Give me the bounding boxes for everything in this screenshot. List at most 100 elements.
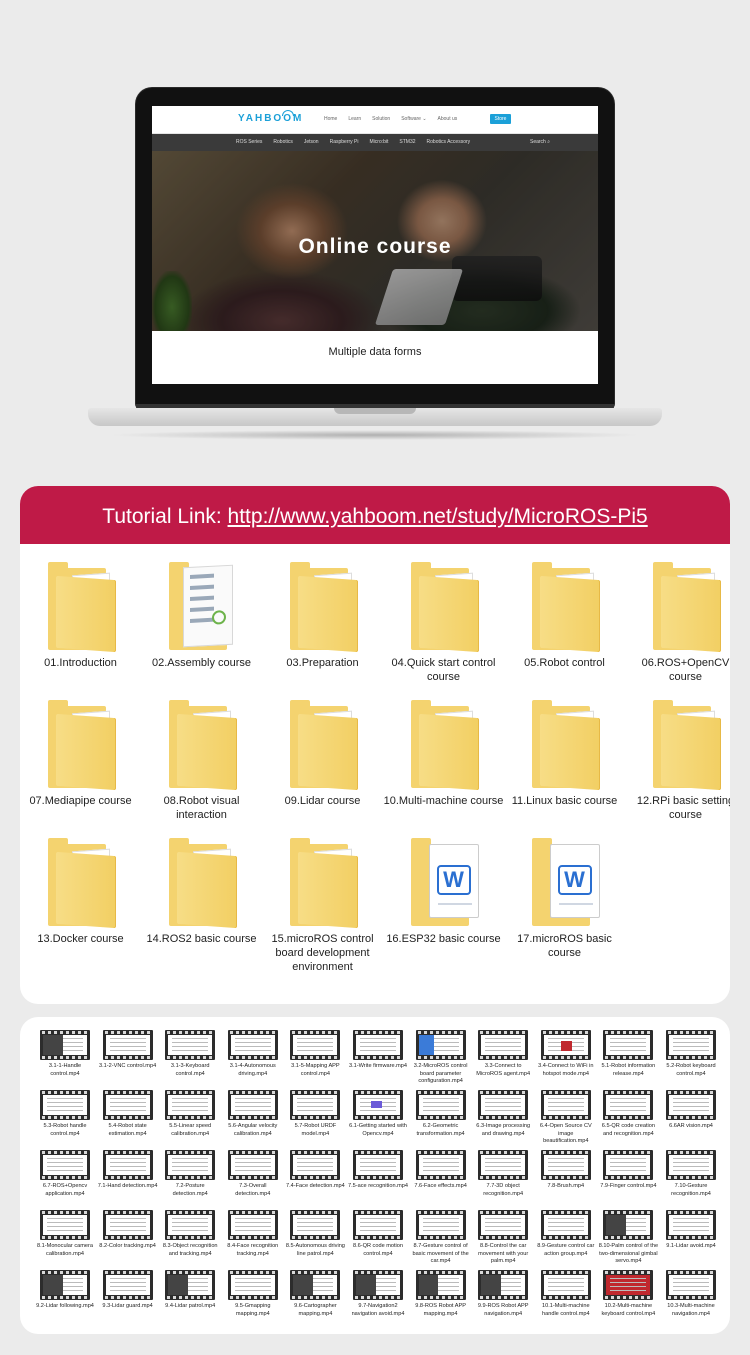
video-label: 6.7-ROS+Opencv application.mp4 — [42, 1183, 88, 1197]
nav-about[interactable]: About us — [438, 116, 458, 122]
folder-item[interactable]: 11.Linux basic course — [504, 698, 625, 808]
folder-item[interactable]: 04.Quick start control course — [383, 560, 504, 684]
cat-accessory[interactable]: Robotics Accessory — [427, 139, 471, 145]
folder-item[interactable]: 09.Lidar course — [262, 698, 383, 808]
video-item[interactable]: 3.4-Connect to WiFi in hotspot mode.mp4 — [535, 1030, 597, 1078]
folder-item[interactable]: 03.Preparation — [262, 560, 383, 670]
video-item[interactable]: 8.1-Monocular camera calibration.mp4 — [34, 1210, 96, 1258]
folder-item[interactable]: 13.Docker course — [20, 836, 141, 946]
video-item[interactable]: 7.5-ace recognition.mp4 — [347, 1150, 409, 1191]
video-item[interactable]: 8.2-Color tracking.mp4 — [97, 1210, 159, 1251]
video-item[interactable]: 7.8-Brush.mp4 — [535, 1150, 597, 1191]
cat-raspberry[interactable]: Raspberry Pi — [330, 139, 359, 145]
video-item[interactable]: 9.6-Cartographer mapping.mp4 — [284, 1270, 346, 1318]
folder-item[interactable]: W 16.ESP32 basic course — [383, 836, 504, 946]
folder-item[interactable]: 07.Mediapipe course — [20, 698, 141, 808]
video-label: 9.8-ROS Robot APP mapping.mp4 — [415, 1303, 466, 1317]
video-item[interactable]: 7.4-Face detection.mp4 — [284, 1150, 346, 1191]
video-item[interactable]: 5.5-Linear speed calibration.mp4 — [159, 1090, 221, 1138]
folder-item[interactable]: 06.ROS+OpenCV course — [625, 560, 730, 684]
video-item[interactable]: 3.2-MicroROS control board parameter con… — [410, 1030, 472, 1086]
search-label: Search — [530, 139, 546, 145]
video-item[interactable]: 9.3-Lidar guard.mp4 — [97, 1270, 159, 1311]
video-item[interactable]: 9.2-Lidar following.mp4 — [34, 1270, 96, 1311]
folder-tab — [47, 700, 68, 710]
folder-item[interactable]: W 17.microROS basic course — [504, 836, 625, 960]
cat-stm32[interactable]: STM32 — [399, 139, 415, 145]
video-item[interactable]: 5.2-Robot keyboard control.mp4 — [660, 1030, 722, 1078]
folder-item[interactable]: 08.Robot visual interaction — [141, 698, 262, 822]
video-item[interactable]: 3.1-3-Keyboard control.mp4 — [159, 1030, 221, 1078]
video-item[interactable]: 9.8-ROS Robot APP mapping.mp4 — [410, 1270, 472, 1318]
video-item[interactable]: 7.9-Finger control.mp4 — [597, 1150, 659, 1191]
video-item[interactable]: 3.1-Write firmware.mp4 — [347, 1030, 409, 1071]
nav-software[interactable]: Software ⌄ — [401, 116, 426, 122]
video-item[interactable]: 8.8-Control the car movement with your p… — [472, 1210, 534, 1266]
folder-item[interactable]: 10.Multi-machine course — [383, 698, 504, 808]
video-item[interactable]: 7.6-Face effects.mp4 — [410, 1150, 472, 1191]
video-item[interactable]: 3.3-Connect to MicroROS agent.mp4 — [472, 1030, 534, 1078]
video-label: 6.2-Geometric transformation.mp4 — [416, 1123, 465, 1137]
video-item[interactable]: 3.1-5-Mapping APP control.mp4 — [284, 1030, 346, 1078]
folder-item[interactable]: 14.ROS2 basic course — [141, 836, 262, 946]
folder-item[interactable]: 02.Assembly course — [141, 560, 262, 670]
video-item[interactable]: 6.7-ROS+Opencv application.mp4 — [34, 1150, 96, 1198]
video-thumbnail-icon — [540, 1150, 591, 1180]
video-item[interactable]: 8.9-Gesture control car action group.mp4 — [535, 1210, 597, 1258]
video-label: 3.1-4-Autonomous driving.mp4 — [229, 1063, 276, 1077]
video-item[interactable]: 5.6-Angular velocity calibration.mp4 — [222, 1090, 284, 1138]
video-thumbnail-icon — [540, 1270, 591, 1300]
video-item[interactable]: 5.7-Robot URDF model.mp4 — [284, 1090, 346, 1138]
video-item[interactable]: 7.2-Posture detection.mp4 — [159, 1150, 221, 1198]
video-item[interactable]: 6.5-QR code creation and recognition.mp4 — [597, 1090, 659, 1138]
cat-jetson[interactable]: Jetson — [304, 139, 319, 145]
hero-title: Online course — [298, 235, 452, 258]
nav-home[interactable]: Home — [324, 116, 337, 122]
cat-robotics[interactable]: Robotics — [273, 139, 292, 145]
video-item[interactable]: 3.1-2-VNC control.mp4 — [97, 1030, 159, 1071]
video-item[interactable]: 8.10-Palm control of the two-dimensional… — [597, 1210, 659, 1266]
folder-item[interactable]: 15.microROS control board development en… — [262, 836, 383, 974]
video-item[interactable]: 8.3-Object recognition and tracking.mp4 — [159, 1210, 221, 1258]
video-item[interactable]: 7.3-Overall detection.mp4 — [222, 1150, 284, 1198]
video-item[interactable]: 5.3-Robot handle control.mp4 — [34, 1090, 96, 1138]
video-item[interactable]: 8.7-Gesture control of basic movement of… — [410, 1210, 472, 1266]
video-item[interactable]: 6.2-Geometric transformation.mp4 — [410, 1090, 472, 1138]
cat-ros[interactable]: ROS Series — [236, 139, 262, 145]
cat-microbit[interactable]: Micro:bit — [370, 139, 389, 145]
video-item[interactable]: 6.6AR vision.mp4 — [660, 1090, 722, 1131]
video-item[interactable]: 5.4-Robot state estimation.mp4 — [97, 1090, 159, 1138]
video-item[interactable]: 10.2-Multi-machine keyboard control.mp4 — [597, 1270, 659, 1318]
video-item[interactable]: 6.3-Image processing and drawing.mp4 — [472, 1090, 534, 1138]
video-item[interactable]: 10.3-Multi-machine navigation.mp4 — [660, 1270, 722, 1318]
store-button[interactable]: Store — [490, 114, 511, 124]
video-item[interactable]: 6.1-Getting started with Opencv.mp4 — [347, 1090, 409, 1138]
video-item[interactable]: 8.4-Face recognition tracking.mp4 — [222, 1210, 284, 1258]
tutorial-link[interactable]: http://www.yahboom.net/study/MicroROS-Pi… — [228, 505, 648, 528]
video-item[interactable]: 9.4-Lidar patrol.mp4 — [159, 1270, 221, 1311]
video-item[interactable]: 7.1-Hand detection.mp4 — [97, 1150, 159, 1191]
video-item[interactable]: 8.5-Autonomous driving line patrol.mp4 — [284, 1210, 346, 1258]
video-item[interactable]: 8.6-QR code motion control.mp4 — [347, 1210, 409, 1258]
video-item[interactable]: 7.7-3D object recognition.mp4 — [472, 1150, 534, 1198]
nav-learn[interactable]: Learn — [348, 116, 361, 122]
video-item[interactable]: 9.5-Gmapping mapping.mp4 — [222, 1270, 284, 1318]
search-link[interactable]: Search ⌕ — [530, 139, 550, 145]
video-item[interactable]: 3.1-4-Autonomous driving.mp4 — [222, 1030, 284, 1078]
video-item[interactable]: 7.10-Gesture recognition.mp4 — [660, 1150, 722, 1198]
assembly-doc-icon — [182, 564, 233, 648]
video-thumbnail-icon — [40, 1030, 90, 1060]
video-item[interactable]: 6.4-Open Source CV image beautification.… — [535, 1090, 597, 1146]
video-item[interactable]: 9.9-ROS Robot APP navigation.mp4 — [472, 1270, 534, 1318]
video-item[interactable]: 3.1-1-Handle control.mp4 — [34, 1030, 96, 1078]
folder-tab — [410, 562, 431, 572]
nav-solution[interactable]: Solution — [372, 116, 390, 122]
video-item[interactable]: 10.1-Multi-machine handle control.mp4 — [535, 1270, 597, 1318]
folder-item[interactable]: 12.RPi basic setting course — [625, 698, 730, 822]
video-item[interactable]: 5.1-Robot information release.mp4 — [597, 1030, 659, 1078]
folder-item[interactable]: 01.Introduction — [20, 560, 141, 670]
folder-item[interactable]: 05.Robot control — [504, 560, 625, 670]
video-item[interactable]: 9.1-Lidar avoid.mp4 — [660, 1210, 722, 1251]
video-item[interactable]: 9.7-Navigation2 navigation avoid.mp4 — [347, 1270, 409, 1318]
folder-label: 12.RPi basic setting course — [636, 795, 730, 821]
